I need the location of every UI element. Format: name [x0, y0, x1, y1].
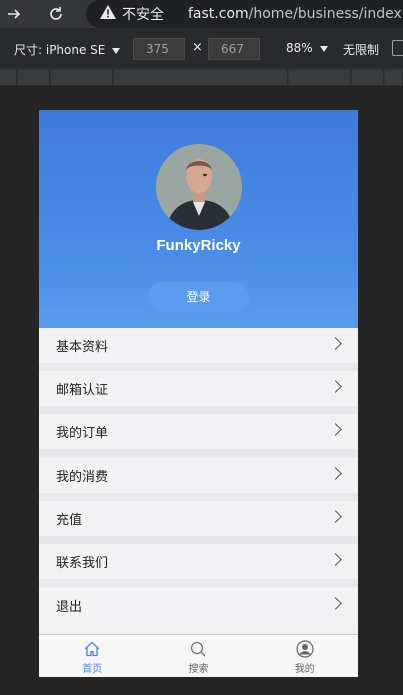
chevron-right-icon: [329, 553, 342, 566]
device-label: 尺寸: iPhone SE: [14, 43, 106, 57]
menu-item-label: 邮箱认证: [56, 383, 109, 398]
tab-label: 我的: [294, 664, 315, 675]
search-icon: [191, 641, 206, 657]
menu-item-contact[interactable]: 联系我们: [39, 544, 358, 579]
forward-button[interactable]: [0, 0, 28, 28]
ruler-segment[interactable]: [114, 70, 288, 85]
menu-item-label: 退出: [56, 600, 83, 615]
username: FunkyRicky: [156, 237, 241, 254]
menu-item-logout[interactable]: 退出: [39, 588, 358, 623]
chevron-right-icon: [329, 597, 342, 610]
arrow-right-icon: [8, 9, 21, 19]
rotate-icon[interactable]: [392, 40, 403, 56]
width-input[interactable]: 375: [133, 38, 185, 60]
menu-item-label: 充值: [56, 513, 83, 528]
url-path: /home/business/index.html: [248, 6, 403, 22]
address-bar[interactable]: 不安全 fast.com/home/business/index.html: [86, 0, 403, 28]
profile-header: FunkyRicky 登录: [39, 110, 358, 328]
ruler-segment[interactable]: [352, 70, 384, 85]
menu-item-email-verify[interactable]: 邮箱认证: [39, 371, 358, 406]
menu-item-label: 基本资料: [56, 340, 109, 355]
divider: [39, 406, 358, 414]
browser-toolbar: 不安全 fast.com/home/business/index.html: [0, 0, 403, 28]
chevron-right-icon: [329, 467, 342, 480]
divider: [39, 579, 358, 587]
caret-down-icon: [112, 47, 121, 54]
height-input[interactable]: 667: [208, 38, 260, 60]
zoom-label: 88%: [286, 41, 313, 55]
reload-button[interactable]: [42, 0, 70, 28]
zoom-select[interactable]: 88%: [286, 41, 328, 55]
menu-item-label: 我的订单: [56, 426, 109, 441]
chevron-right-icon: [329, 380, 342, 393]
chevron-right-icon: [329, 337, 342, 350]
menu-item-recharge[interactable]: 充值: [39, 501, 358, 536]
tab-label: 搜索: [188, 664, 209, 675]
ruler-segment[interactable]: [385, 70, 403, 85]
divider: [39, 363, 358, 371]
device-toolbar: 尺寸: iPhone SE 375 × 667 88% 无限制: [0, 28, 403, 68]
tab-mine[interactable]: 我的: [252, 635, 358, 677]
mobile-viewport: FunkyRicky 登录 基本资料 邮箱认证 我的订单 我的消费 充值 联系我…: [39, 110, 358, 677]
home-icon: [84, 641, 100, 657]
times-sign: ×: [192, 40, 203, 55]
url-text: fast.com/home/business/index.html: [188, 6, 403, 22]
chevron-right-icon: [329, 510, 342, 523]
tab-label: 首页: [82, 664, 103, 675]
avatar-image: [156, 144, 242, 230]
tab-home[interactable]: 首页: [39, 635, 145, 677]
caret-down-icon: [319, 45, 328, 52]
menu-item-profile[interactable]: 基本资料: [39, 328, 358, 363]
divider: [39, 536, 358, 544]
chevron-right-icon: [329, 423, 342, 436]
url-host: fast.com: [188, 6, 249, 22]
ruler-segment[interactable]: [18, 70, 50, 85]
reload-icon: [50, 7, 62, 20]
avatar[interactable]: [156, 144, 242, 230]
divider: [39, 493, 358, 501]
ruler-segment[interactable]: [51, 70, 113, 85]
menu-item-label: 我的消费: [56, 470, 109, 485]
throttle-select[interactable]: 无限制: [343, 41, 379, 58]
insecure-label: 不安全: [122, 7, 164, 23]
login-button[interactable]: 登录: [148, 282, 249, 312]
menu-item-spending[interactable]: 我的消费: [39, 458, 358, 493]
media-query-ruler: [0, 68, 403, 87]
tab-bar: 首页 搜索 我的: [39, 634, 358, 677]
ruler-segment[interactable]: [0, 70, 17, 85]
divider: [39, 449, 358, 457]
menu-item-orders[interactable]: 我的订单: [39, 414, 358, 449]
ruler-segment[interactable]: [289, 70, 351, 85]
warning-icon: [100, 5, 116, 23]
device-select[interactable]: 尺寸: iPhone SE: [14, 41, 121, 58]
user-icon: [296, 640, 314, 658]
tab-search[interactable]: 搜索: [145, 635, 251, 677]
menu-item-label: 联系我们: [56, 556, 109, 571]
